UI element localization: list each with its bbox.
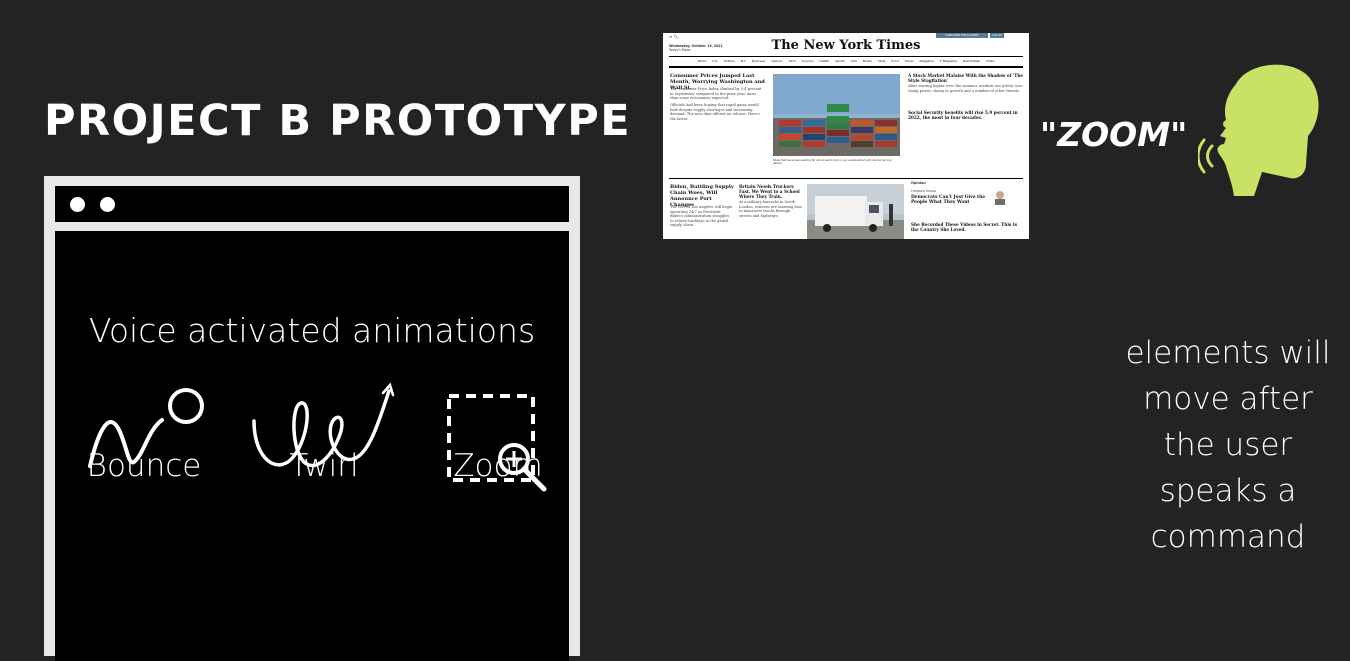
caption-line: speaks a: [1159, 473, 1297, 509]
opinion-author: THOMAS B. EDSALL: [911, 190, 937, 193]
right-headline-1[interactable]: A Stock Market Malaise With the Shadow o…: [908, 73, 1024, 83]
nav-item[interactable]: Business: [752, 59, 765, 63]
nav-item[interactable]: U.S.: [712, 59, 718, 63]
nav-item[interactable]: Food: [891, 59, 898, 63]
nav-item[interactable]: Real Estate: [963, 59, 980, 63]
window-dot-icon: [70, 197, 85, 212]
author-avatar: [995, 191, 1005, 205]
voice-command-quote: "ZOOM": [1040, 115, 1188, 154]
nav-item[interactable]: World: [698, 59, 707, 63]
truck-photo: [807, 184, 904, 239]
nav-item[interactable]: Books: [863, 59, 872, 63]
phone-mockup: Voice activated animations Bounce Twirl …: [44, 176, 580, 661]
lead-body: The Consumer Price Index climbed by 5.4 …: [670, 87, 762, 101]
twirl-label: Twirl: [289, 448, 359, 484]
phone-headline: Voice activated animations: [88, 311, 536, 350]
phone-topbar: [55, 186, 569, 222]
nav-item[interactable]: Magazine: [920, 59, 934, 63]
zoom-label: Zoom: [453, 448, 543, 484]
caption-line: the user: [1163, 427, 1293, 463]
photo-caption: Ships that have been waiting far out at …: [773, 159, 892, 166]
newspaper-screenshot: ≡ 🔍︎ SUBSCRIBE FOR $1/WEEK LOG IN Wednes…: [663, 33, 1029, 239]
nav-item[interactable]: Sports: [835, 59, 845, 63]
opinion-headline-2[interactable]: She Recorded These Videos in Secret. Thi…: [911, 222, 1021, 232]
nav-item[interactable]: Health: [819, 59, 829, 63]
right-body-1: After soaring higher over the summer, ma…: [908, 84, 1023, 93]
right-headline-2[interactable]: Social Security benefits will rise 5.9 p…: [908, 110, 1024, 120]
lead-body-2: Officials had been hoping that rapid gai…: [670, 103, 760, 121]
bounce-label: Bounce: [86, 448, 202, 484]
opinion-headline-1[interactable]: Democrats Can't Just Give the People Wha…: [911, 195, 991, 205]
divider: [669, 66, 1023, 68]
section-nav[interactable]: World U.S. Politics N.Y. Business Opinion Tech…: [663, 59, 1029, 63]
explanation-caption: elements will move after the user speaks…: [1118, 330, 1338, 560]
bottom-headline-2[interactable]: Britain Needs Truckers Fast. We Went to …: [739, 184, 803, 199]
bottom-body-2: At a military barracks in South London, …: [739, 200, 802, 218]
opinion-label[interactable]: Opinion: [911, 181, 926, 185]
nav-item[interactable]: Style: [878, 59, 886, 63]
caption-line: elements will: [1125, 335, 1331, 371]
nyt-logo: The New York Times: [771, 38, 921, 53]
nav-item[interactable]: Science: [802, 59, 814, 63]
shipping-containers-photo: [773, 74, 900, 156]
divider: [669, 178, 1023, 179]
nav-item[interactable]: T Magazine: [940, 59, 957, 63]
speaking-head-icon: [1198, 64, 1319, 196]
nav-item[interactable]: Politics: [724, 59, 734, 63]
divider: [669, 56, 1023, 57]
nav-item[interactable]: Tech: [789, 59, 796, 63]
nav-item[interactable]: Travel: [905, 59, 914, 63]
page-title: PROJECT B PROTOTYPE: [44, 96, 632, 146]
window-dot-icon: [100, 197, 115, 212]
caption-line: command: [1150, 519, 1306, 555]
nav-item[interactable]: Video: [986, 59, 994, 63]
bottom-body-1: The Port of Los Angeles will begin opera…: [670, 205, 733, 228]
nav-item[interactable]: Opinion: [771, 59, 783, 63]
nav-item[interactable]: Arts: [851, 59, 857, 63]
nav-item[interactable]: N.Y.: [741, 59, 746, 63]
caption-line: move after: [1143, 381, 1313, 417]
